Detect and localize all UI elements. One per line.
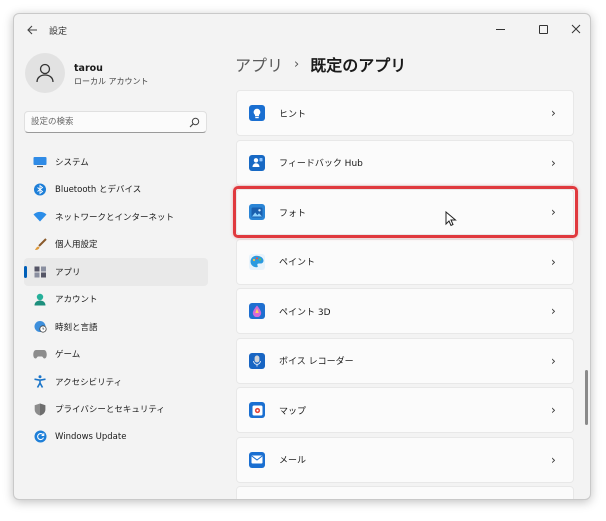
sidebar-item-label: ゲーム [55,350,81,361]
shield-icon [33,402,47,416]
list-item-next[interactable] [236,486,574,499]
bluetooth-icon [33,182,47,196]
page-title: 既定のアプリ [310,56,407,75]
user-name: tarou [74,63,103,74]
sidebar-item-label: システム [55,157,89,168]
sidebar-item-label: ネットワークとインターネット [55,212,175,223]
gamepad-icon [33,347,47,361]
list-item-label: メール [279,456,307,466]
sidebar-item-apps[interactable]: アプリ [24,258,208,286]
maximize-icon [538,24,548,34]
list-item-paint-3d[interactable]: ペイント 3D › [236,288,574,334]
list-item-label: フォト [279,208,307,219]
sidebar-item-label: 時刻と言語 [55,322,98,333]
window-title: 設定 [49,27,68,37]
chevron-right-icon: › [551,205,556,219]
title-bar: 設定 [14,14,590,46]
maximize-button[interactable] [532,18,554,40]
person-icon [33,292,47,306]
photos-icon [249,204,265,220]
accessibility-icon [33,375,47,389]
list-item-label: フィードバック Hub [279,159,363,169]
sidebar-item-label: アクセシビリティ [55,377,123,388]
list-item-voice-recorder[interactable]: ボイス レコーダー › [236,337,574,384]
list-item-label: ペイント [279,258,316,268]
settings-window: 設定 tarou ローカル アカウント システム Bluetooth とデバイス… [13,13,591,500]
back-button[interactable] [22,20,42,40]
globe-clock-icon [33,320,47,334]
chevron-right-icon: › [551,452,556,467]
close-icon [571,24,581,34]
account-type: ローカル アカウント [74,77,149,86]
chevron-right-icon: › [551,353,556,368]
wifi-icon [33,210,47,224]
default-apps-list: ヒント › フィードバック Hub › フォト › ペイント › ペイント 3D… [236,90,574,499]
chevron-right-icon: › [551,403,556,417]
feedback-hub-icon [249,154,265,171]
sidebar-item-time-language[interactable]: 時刻と言語 [24,313,208,341]
tips-icon [249,105,265,121]
breadcrumb-separator: › [294,56,300,72]
sidebar-item-accounts[interactable]: アカウント [24,286,208,314]
list-item-feedback-hub[interactable]: フィードバック Hub › [236,139,574,186]
sidebar-item-label: アプリ [55,267,81,278]
mouse-cursor-icon [445,211,457,227]
sidebar-item-accessibility[interactable]: アクセシビリティ [24,368,208,396]
sidebar-item-label: プライバシーとセキュリティ [55,405,165,416]
list-item-mail[interactable]: メール › [236,436,574,483]
sidebar-item-label: Windows Update [55,431,127,442]
search-icon[interactable] [189,117,200,128]
brush-icon [33,237,47,251]
sidebar-item-privacy-security[interactable]: プライバシーとセキュリティ [24,396,208,424]
sidebar-item-label: Bluetooth とデバイス [55,185,142,196]
selection-indicator [24,266,27,278]
person-icon [36,63,54,83]
sidebar-item-bluetooth[interactable]: Bluetooth とデバイス [24,176,208,204]
list-item-label: ペイント 3D [279,307,331,318]
list-item-paint[interactable]: ペイント › [236,238,574,285]
apps-icon [33,265,47,279]
chevron-right-icon: › [551,254,556,269]
sidebar-nav: システム Bluetooth とデバイス ネットワークとインターネット 個人用設… [24,148,208,451]
sidebar-item-windows-update[interactable]: Windows Update [24,423,208,451]
mail-icon [249,451,265,468]
voice-recorder-icon [249,352,265,369]
avatar[interactable] [25,53,65,93]
minimize-icon [495,28,505,30]
close-button[interactable] [565,18,587,40]
minimize-button[interactable] [489,18,511,40]
list-item-tips[interactable]: ヒント › [236,90,574,136]
sidebar-item-network[interactable]: ネットワークとインターネット [24,203,208,231]
update-icon [33,430,47,444]
paint-icon [249,253,265,270]
chevron-right-icon: › [551,304,556,318]
breadcrumb: アプリ › 既定のアプリ [235,52,406,76]
list-item-label: ヒント [279,109,307,120]
chevron-right-icon: › [551,155,556,170]
scrollbar-thumb[interactable] [585,370,588,425]
list-item-photos[interactable]: フォト › [236,189,574,235]
list-item-label: ボイス レコーダー [279,357,354,367]
paint-3d-icon [249,303,265,319]
maps-icon [249,402,265,418]
sidebar-item-label: 個人用設定 [55,240,98,251]
list-item-maps[interactable]: マップ › [236,387,574,433]
back-arrow-icon [26,25,37,35]
sidebar-item-label: アカウント [55,295,98,306]
monitor-icon [33,155,47,169]
list-item-label: マップ [279,406,307,417]
sidebar-item-personalization[interactable]: 個人用設定 [24,231,208,259]
sidebar-item-system[interactable]: システム [24,148,208,176]
search-input[interactable] [31,115,181,129]
chevron-right-icon: › [551,106,556,120]
sidebar-item-gaming[interactable]: ゲーム [24,341,208,369]
search-box[interactable] [24,111,207,133]
breadcrumb-parent[interactable]: アプリ [235,52,283,76]
